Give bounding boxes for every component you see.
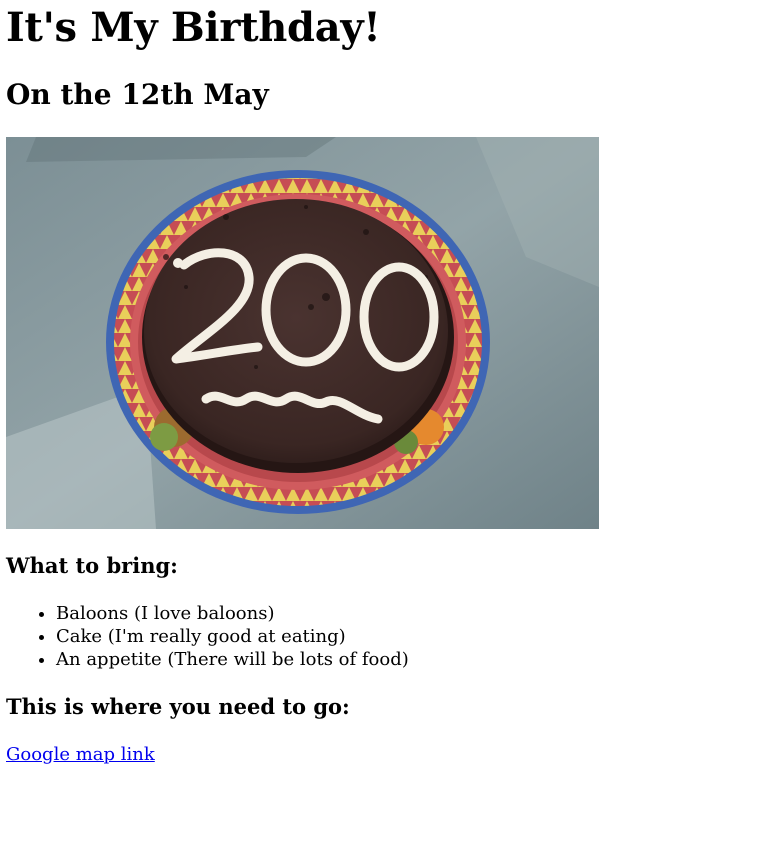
cake-photo-icon — [6, 137, 599, 529]
google-map-link[interactable]: Google map link — [6, 744, 155, 766]
list-item: An appetite (There will be lots of food) — [56, 648, 766, 671]
page-title: It's My Birthday! — [6, 4, 381, 51]
where-to-go-heading: This is where you need to go: — [6, 694, 350, 719]
list-item: Baloons (I love baloons) — [56, 602, 766, 625]
page-subtitle: On the 12th May — [6, 78, 269, 111]
list-item: Cake (I'm really good at eating) — [56, 625, 766, 648]
bring-list: Baloons (I love baloons) Cake (I'm reall… — [6, 602, 766, 671]
birthday-cake-image — [6, 137, 599, 529]
page-content: It's My Birthday! On the 12th May What t… — [0, 0, 772, 766]
what-to-bring-heading: What to bring: — [6, 553, 178, 578]
